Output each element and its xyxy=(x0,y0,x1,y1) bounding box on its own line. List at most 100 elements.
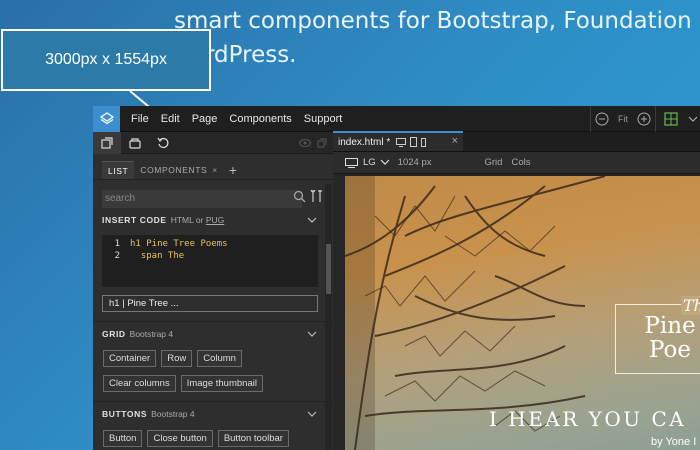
document-tabs: index.html * × xyxy=(333,131,700,152)
pug-link[interactable]: PUG xyxy=(206,215,224,225)
zoom-out-button[interactable] xyxy=(591,106,613,132)
document-tab-label: index.html * xyxy=(338,136,391,148)
image-thumbnail-component[interactable]: Image thumbnail xyxy=(180,375,263,392)
container-component[interactable]: Container xyxy=(103,350,157,367)
library-icon xyxy=(129,137,141,149)
buttons-section-header[interactable]: BUTTONS Bootstrap 4 xyxy=(93,409,333,425)
buttons-title: BUTTONS xyxy=(102,409,148,419)
undo-icon xyxy=(157,137,169,148)
tab-components[interactable]: COMPONENTS × xyxy=(134,161,224,179)
preview-title-line-2: Poe xyxy=(648,337,691,363)
grid-title: GRID xyxy=(102,329,126,339)
grid-components-row-1: Container Row Column xyxy=(93,350,333,367)
menu-edit[interactable]: Edit xyxy=(161,113,180,125)
zoom-in-icon xyxy=(637,112,651,126)
layout-grid-icon xyxy=(664,112,678,126)
insert-code-sub-prefix: HTML or xyxy=(170,215,204,225)
preview-title-line-1: Pine xyxy=(644,313,696,339)
chevron-down-icon[interactable] xyxy=(307,331,317,338)
zoom-out-icon xyxy=(595,112,609,126)
tab-list-label: LIST xyxy=(108,166,129,176)
page-width: 1024 px xyxy=(397,157,432,168)
app-window: File Edit Page Components Support Fit LI… xyxy=(93,106,700,450)
tablet-icon[interactable] xyxy=(410,137,418,147)
document-tab[interactable]: index.html * × xyxy=(333,131,463,151)
close-tab-icon[interactable]: × xyxy=(452,135,458,147)
chevron-down-icon[interactable] xyxy=(380,159,390,166)
grid-section-header[interactable]: GRID Bootstrap 4 xyxy=(93,329,333,345)
menu-support[interactable]: Support xyxy=(304,113,343,125)
tools-icon[interactable] xyxy=(310,188,324,204)
left-panel: LIST COMPONENTS × + INSERT CODE HTML or P… xyxy=(93,131,333,450)
insert-code-title: INSERT CODE xyxy=(102,215,167,225)
code-text: h1 Pine Tree Poems xyxy=(130,239,228,249)
view-toolbar: LG 1024 px Grid Cols xyxy=(333,152,700,174)
insert-icon xyxy=(101,136,113,149)
line-number: 2 xyxy=(114,251,120,261)
zoom-controls: Fit xyxy=(590,106,700,132)
library-button[interactable] xyxy=(121,132,149,154)
editor-panel: index.html * × LG 1024 px Grid Cols T Pi… xyxy=(333,131,700,450)
code-line: 1 h1 Pine Tree Poems xyxy=(102,238,318,250)
divider xyxy=(93,401,333,402)
chevron-down-icon[interactable] xyxy=(307,411,317,418)
hero-tagline: smart components for Bootstrap, Foundati… xyxy=(174,4,700,72)
preview-subtitle: I HEAR YOU CA xyxy=(489,407,687,431)
close-icon[interactable]: × xyxy=(212,165,218,175)
button-toolbar-component[interactable]: Button toolbar xyxy=(217,430,289,447)
monitor-icon xyxy=(345,157,358,168)
device-icons xyxy=(396,137,427,147)
breakpoint-selector[interactable]: LG xyxy=(363,157,376,168)
close-button-component[interactable]: Close button xyxy=(147,430,213,447)
menu-bar: File Edit Page Components Support Fit xyxy=(93,106,700,132)
clear-columns-component[interactable]: Clear columns xyxy=(103,375,176,392)
cols-toggle[interactable]: Cols xyxy=(511,157,530,168)
tab-components-label: COMPONENTS xyxy=(140,165,208,175)
scrollbar-thumb[interactable] xyxy=(326,244,331,294)
zoom-fit-label[interactable]: Fit xyxy=(618,114,628,124)
layout-dropdown-button[interactable] xyxy=(686,106,700,132)
size-callout-text: 3000px x 1554px xyxy=(45,51,167,68)
desktop-icon[interactable] xyxy=(396,137,407,147)
menu-file[interactable]: File xyxy=(131,113,149,125)
search-row xyxy=(102,188,324,208)
row-component[interactable]: Row xyxy=(161,350,193,367)
search-icon[interactable] xyxy=(293,190,306,203)
grid-toggle[interactable]: Grid xyxy=(485,157,503,168)
preview-title: Pine Poe xyxy=(630,314,700,362)
page-preview[interactable]: Th Pine Poe I HEAR YOU CA by Yone I xyxy=(345,176,700,450)
app-logo[interactable] xyxy=(93,106,120,132)
history-button[interactable] xyxy=(149,132,177,154)
add-tab-button[interactable]: + xyxy=(229,161,237,179)
size-callout: 3000px x 1554px xyxy=(1,29,211,91)
divider xyxy=(93,321,333,322)
menu-page[interactable]: Page xyxy=(192,113,218,125)
tab-list[interactable]: LIST xyxy=(102,161,135,179)
phone-icon[interactable] xyxy=(421,137,427,147)
insert-code-header[interactable]: INSERT CODE HTML or PUG xyxy=(93,215,333,231)
grid-sub: Bootstrap 4 xyxy=(129,329,174,339)
panel-tabs: LIST COMPONENTS × + xyxy=(93,154,333,180)
chevron-down-icon xyxy=(688,116,698,122)
panel-toolbar-right xyxy=(299,132,327,154)
layout-grid-button[interactable] xyxy=(656,106,686,132)
buttons-sub: Bootstrap 4 xyxy=(151,409,195,419)
code-text: span The xyxy=(130,251,185,261)
element-preview-field[interactable]: h1 | Pine Tree ... xyxy=(102,295,318,312)
insert-code-sub: HTML or PUG xyxy=(171,215,225,225)
column-component[interactable]: Column xyxy=(197,350,242,367)
detach-icon[interactable] xyxy=(317,138,327,148)
panel-scrollbar[interactable] xyxy=(325,184,332,450)
code-editor[interactable]: 1 h1 Pine Tree Poems 2 span The xyxy=(102,235,318,287)
button-component[interactable]: Button xyxy=(103,430,143,447)
menu-components[interactable]: Components xyxy=(229,113,291,125)
preview-byline: by Yone I xyxy=(651,436,697,448)
line-number: 1 xyxy=(114,239,120,249)
button-components-row-1: Button Close button Button toolbar xyxy=(93,430,333,447)
insert-panel-button[interactable] xyxy=(93,131,121,154)
pinegrow-logo-icon xyxy=(99,111,114,124)
zoom-in-button[interactable] xyxy=(633,106,655,132)
search-input[interactable] xyxy=(102,189,302,208)
chevron-down-icon[interactable] xyxy=(307,217,317,224)
eye-icon[interactable] xyxy=(299,138,311,148)
